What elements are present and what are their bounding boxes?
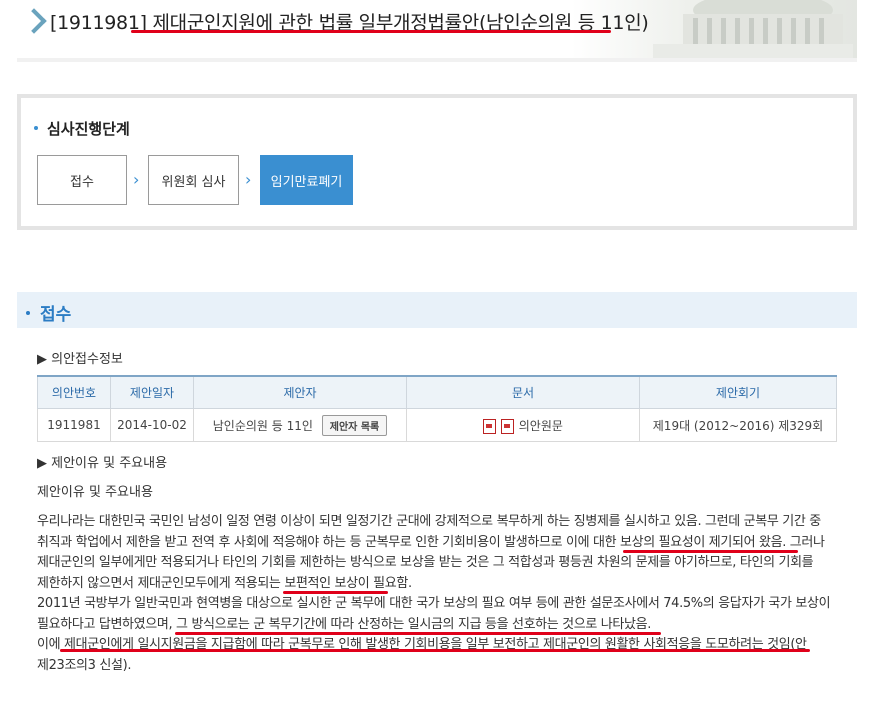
bill-info-table: 의안번호 제안일자 제안자 문서 제안회기 1911981 2014-10-02…	[37, 375, 837, 442]
info-subheading: ▶ 의안접수정보	[37, 352, 123, 367]
progress-panel	[17, 94, 857, 230]
red-underline	[60, 649, 810, 652]
proposal-session: 제19대 (2012~2016) 제329회	[639, 408, 837, 442]
table-header: 제안일자	[110, 375, 194, 409]
step-received[interactable]: 접수	[37, 155, 127, 205]
reason-subheading: ▶ 제안이유 및 주요내용	[37, 456, 168, 471]
step-committee-review[interactable]: 위원회 심사	[148, 155, 239, 205]
section-title: 접수	[26, 300, 71, 325]
hwp-file-icon[interactable]	[483, 418, 497, 434]
bill-number: 1911981	[37, 408, 111, 442]
step-expired[interactable]: 임기만료폐기	[260, 155, 353, 205]
table-row: 1911981 2014-10-02 남인순의원 등 11인 제안자 목록 의안…	[37, 408, 837, 442]
proposal-date: 2014-10-02	[110, 408, 194, 442]
red-underline	[283, 591, 388, 594]
red-underline	[623, 550, 798, 553]
section-header-bar	[17, 292, 857, 328]
bullet-icon	[26, 311, 30, 315]
bullet-icon	[34, 125, 38, 130]
chevron-right-icon: ›	[245, 170, 252, 189]
red-underline	[131, 30, 611, 33]
reason-paragraph: 이에 제대군인에게 일시지원금을 지급함에 따라 군복무로 인해 발생한 기회비…	[37, 637, 807, 673]
proposer-list-button[interactable]: 제안자 목록	[321, 414, 388, 436]
table-header: 제안회기	[639, 375, 837, 409]
table-header: 제안자	[193, 375, 407, 409]
reason-title: 제안이유 및 주요내용	[37, 485, 153, 500]
reason-paragraph: 2011년 국방부가 일반국민과 현역병을 대상으로 실시한 군 복무에 대한 …	[37, 596, 831, 632]
assembly-building-image	[653, 0, 853, 58]
chevron-right-icon	[21, 8, 47, 34]
table-header: 의안번호	[37, 375, 111, 409]
bill-document-link[interactable]: 의안원문	[519, 419, 563, 433]
proposer-name: 남인순의원 등 11인	[212, 418, 313, 433]
table-header: 문서	[406, 375, 640, 409]
pdf-file-icon[interactable]	[500, 418, 514, 434]
proposer-cell: 남인순의원 등 11인 제안자 목록	[193, 408, 407, 442]
document-cell: 의안원문	[406, 408, 640, 442]
chevron-right-icon: ›	[133, 170, 140, 189]
progress-title: 심사진행단계	[34, 118, 130, 139]
reason-paragraph: 우리나라는 대한민국 국민인 남성이 일정 연령 이상이 되면 일정기간 군대에…	[37, 514, 825, 591]
red-underline	[175, 632, 661, 635]
